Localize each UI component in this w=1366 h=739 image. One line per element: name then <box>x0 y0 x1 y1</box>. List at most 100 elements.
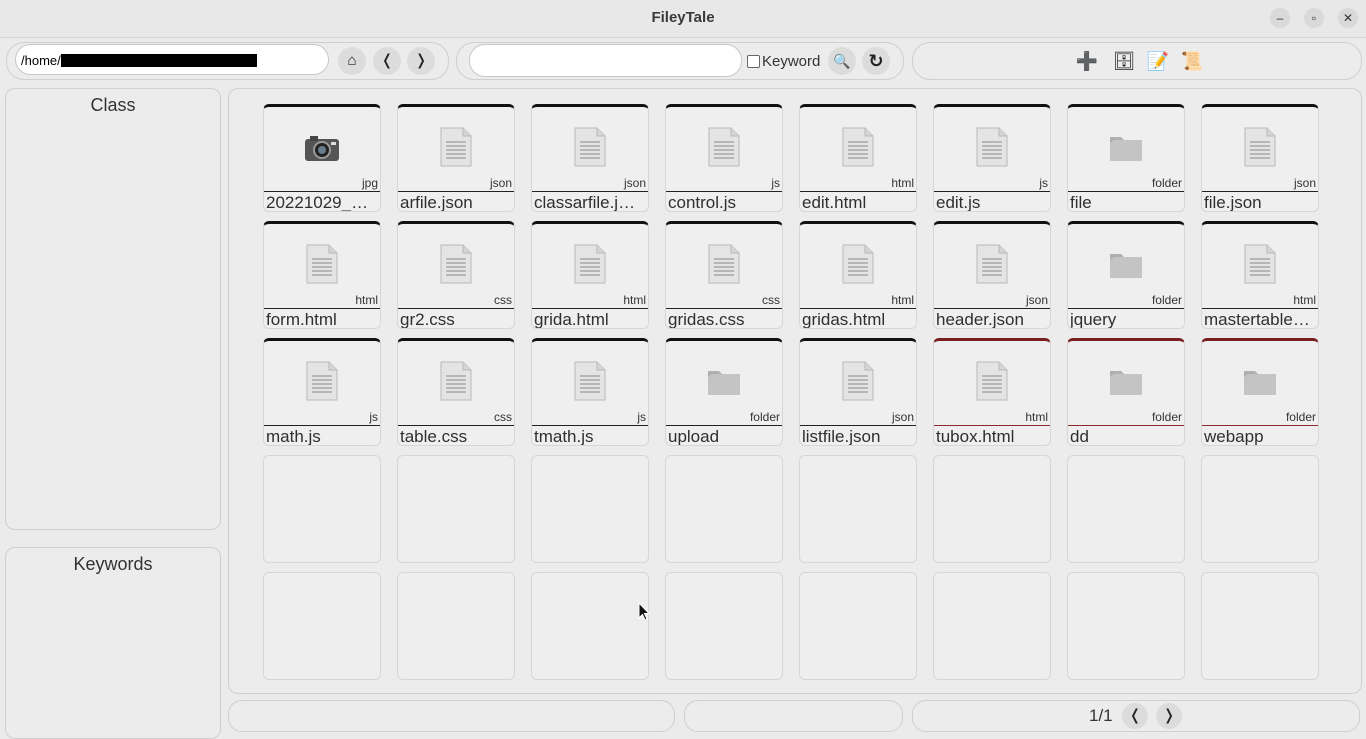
search-button[interactable]: 🔍 <box>828 47 856 75</box>
empty-tile <box>263 572 381 680</box>
file-tile[interactable]: json header.json <box>933 221 1051 329</box>
file-tile[interactable]: folder dd <box>1067 338 1185 446</box>
file-thumbnail: json <box>398 107 514 192</box>
file-extension: json <box>1025 293 1048 307</box>
file-thumbnail: folder <box>1202 341 1318 426</box>
empty-tile <box>1201 572 1319 680</box>
file-thumbnail: js <box>532 341 648 426</box>
document-icon <box>706 244 742 284</box>
cabinet-button[interactable]: 🗄 <box>1110 47 1138 75</box>
file-extension: folder <box>1151 293 1182 307</box>
file-name: mastertable… <box>1204 310 1310 329</box>
folder-icon <box>1242 361 1278 401</box>
file-extension: json <box>891 410 914 424</box>
folder-icon <box>1108 244 1144 284</box>
forward-button[interactable]: ❭ <box>407 47 435 75</box>
file-tile[interactable]: js control.js <box>665 104 783 212</box>
file-tile[interactable]: html gridas.html <box>799 221 917 329</box>
file-extension: folder <box>1285 410 1316 424</box>
file-name: table.css <box>400 427 468 446</box>
file-extension: html <box>1025 410 1048 424</box>
redacted-path <box>60 54 257 68</box>
file-tile[interactable]: html grida.html <box>531 221 649 329</box>
maximize-button[interactable]: ▫ <box>1304 8 1324 28</box>
file-thumbnail: folder <box>666 341 782 426</box>
file-thumbnail: folder <box>1068 224 1184 309</box>
path-input[interactable]: /home/ <box>15 44 329 75</box>
class-title: Class <box>90 95 136 115</box>
empty-tile <box>1201 455 1319 563</box>
path-prefix: /home/ <box>21 53 61 68</box>
close-button[interactable]: ✕ <box>1338 8 1358 28</box>
file-thumbnail: css <box>398 224 514 309</box>
file-extension: js <box>637 410 646 424</box>
file-tile[interactable]: json classarfile.j… <box>531 104 649 212</box>
file-tile[interactable]: html mastertable… <box>1201 221 1319 329</box>
home-button[interactable]: ⌂ <box>338 47 366 75</box>
folder-icon <box>1108 361 1144 401</box>
document-icon <box>974 361 1010 401</box>
file-tile[interactable]: js edit.js <box>933 104 1051 212</box>
file-tile[interactable]: folder webapp <box>1201 338 1319 446</box>
file-name: header.json <box>936 310 1024 329</box>
file-tile[interactable]: css gr2.css <box>397 221 515 329</box>
prev-page-button[interactable]: ❬ <box>1122 703 1148 729</box>
file-name: webapp <box>1204 427 1264 446</box>
empty-tile <box>397 572 515 680</box>
file-name: grida.html <box>534 310 609 329</box>
status-panel-left <box>228 700 675 732</box>
file-name: jquery <box>1070 310 1117 329</box>
next-page-button[interactable]: ❭ <box>1156 703 1182 729</box>
mouse-cursor-icon <box>638 602 650 621</box>
file-name: tubox.html <box>936 427 1015 446</box>
empty-tile <box>1067 572 1185 680</box>
file-thumbnail: css <box>666 224 782 309</box>
file-name: upload <box>668 427 720 446</box>
empty-tile <box>933 572 1051 680</box>
class-panel: Class <box>5 88 221 530</box>
add-button[interactable]: ➕ <box>1073 47 1101 75</box>
edit-note-button[interactable]: 📝 <box>1144 47 1172 75</box>
file-extension: js <box>369 410 378 424</box>
file-tile[interactable]: css gridas.css <box>665 221 783 329</box>
search-input[interactable] <box>469 44 742 77</box>
refresh-button[interactable]: ↻ <box>862 47 890 75</box>
file-tile[interactable]: html form.html <box>263 221 381 329</box>
keyword-checkbox[interactable] <box>747 55 760 68</box>
file-name: tmath.js <box>534 427 594 446</box>
file-thumbnail: html <box>532 224 648 309</box>
file-tile[interactable]: css table.css <box>397 338 515 446</box>
keyword-label: Keyword <box>762 53 821 70</box>
file-thumbnail: json <box>532 107 648 192</box>
file-extension: css <box>762 293 780 307</box>
file-name: file <box>1070 193 1092 212</box>
file-name: gr2.css <box>400 310 455 329</box>
file-tile[interactable]: json arfile.json <box>397 104 515 212</box>
keywords-title: Keywords <box>73 554 153 574</box>
file-tile[interactable]: jpg 20221029_… <box>263 104 381 212</box>
empty-tile <box>799 455 917 563</box>
minimize-button[interactable]: – <box>1270 8 1290 28</box>
chevron-left-icon: ❬ <box>1128 707 1142 724</box>
file-tile[interactable]: js tmath.js <box>531 338 649 446</box>
back-button[interactable]: ❬ <box>373 47 401 75</box>
file-tile[interactable]: folder file <box>1067 104 1185 212</box>
scroll-button[interactable]: 📜 <box>1178 47 1206 75</box>
file-thumbnail: js <box>666 107 782 192</box>
file-tile[interactable]: json file.json <box>1201 104 1319 212</box>
search-icon: 🔍 <box>833 53 851 69</box>
file-tile[interactable]: json listfile.json <box>799 338 917 446</box>
file-tile[interactable]: folder jquery <box>1067 221 1185 329</box>
document-icon <box>974 244 1010 284</box>
file-tile[interactable]: folder upload <box>665 338 783 446</box>
file-extension: json <box>1293 176 1316 190</box>
file-name: gridas.html <box>802 310 886 329</box>
file-tile[interactable]: html edit.html <box>799 104 917 212</box>
folder-icon <box>706 361 742 401</box>
file-thumbnail: js <box>934 107 1050 192</box>
window-title: FileyTale <box>651 9 715 26</box>
chevron-left-icon: ❬ <box>380 52 394 69</box>
file-tile[interactable]: html tubox.html <box>933 338 1051 446</box>
file-tile[interactable]: js math.js <box>263 338 381 446</box>
file-name: edit.js <box>936 193 981 212</box>
